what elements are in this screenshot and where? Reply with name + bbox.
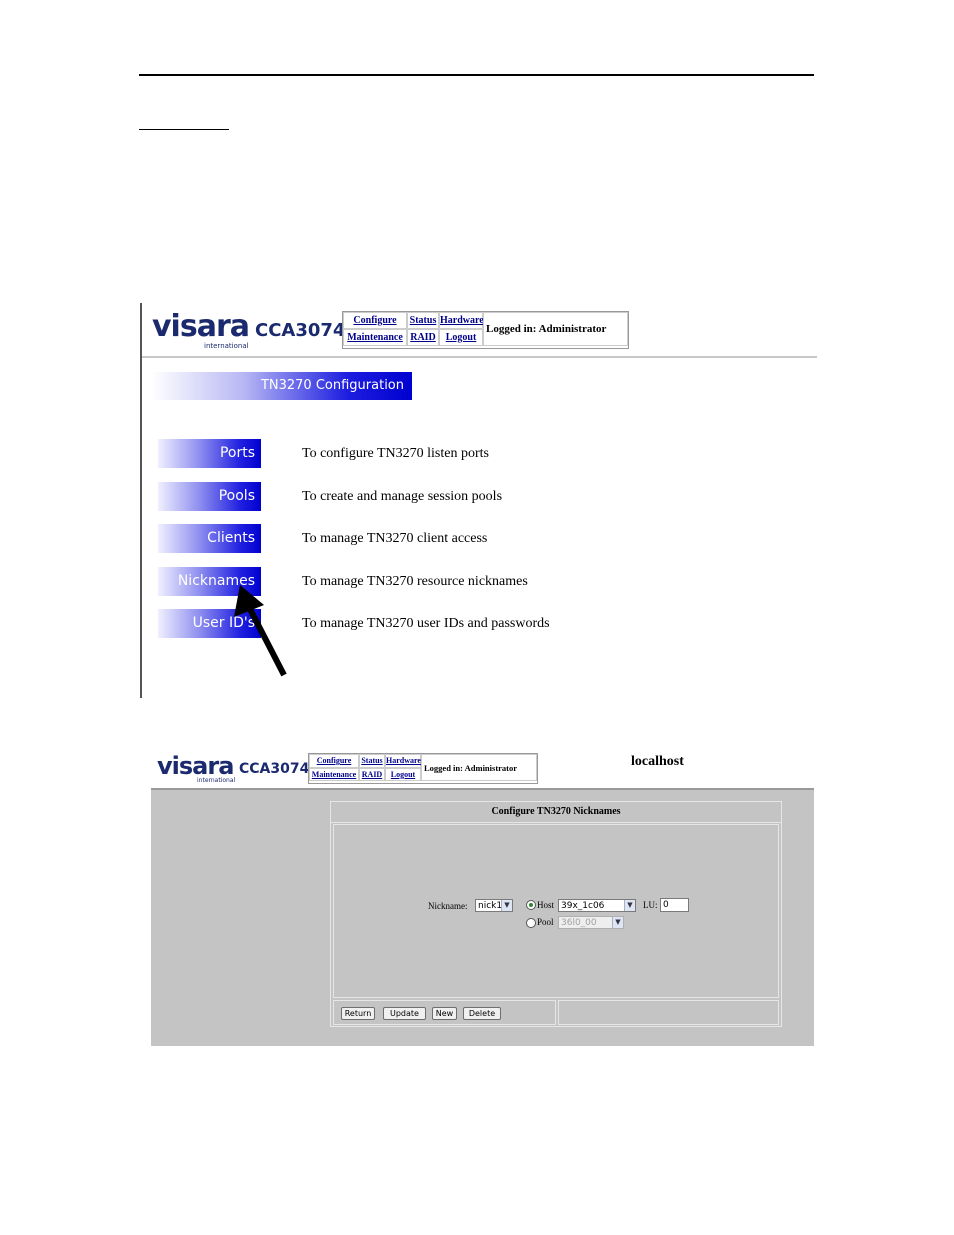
nav-logout-link[interactable]: Logout — [385, 768, 421, 781]
pool-radio[interactable] — [526, 918, 536, 928]
logo-word: visara — [152, 309, 250, 344]
nav-hardware-link[interactable]: Hardware — [439, 312, 484, 329]
clients-button-label: Clients — [207, 530, 255, 546]
nickname-label: Nickname: — [428, 901, 468, 911]
return-button[interactable]: Return — [341, 1007, 375, 1020]
lu-input-value: 0 — [663, 900, 669, 910]
nav-status-link[interactable]: Status — [359, 754, 385, 768]
host-label: Host — [537, 900, 555, 910]
section-title: TN3270 Configuration — [260, 378, 404, 393]
clients-description: To manage TN3270 client access — [302, 531, 488, 546]
panel-footer-empty — [558, 1000, 779, 1025]
nav-maintenance-link[interactable]: Maintenance — [343, 329, 407, 346]
nicknames-panel: Configure TN3270 Nicknames Nickname: nic… — [330, 801, 782, 1027]
top-nav: Configure Status Hardware Logged in: Adm… — [342, 311, 629, 349]
hostname: localhost — [631, 754, 684, 769]
host-select[interactable]: 39x_1c06 ▼ — [558, 899, 636, 912]
user-ids-description: To manage TN3270 user IDs and passwords — [302, 616, 550, 631]
clients-button[interactable]: Clients — [158, 524, 261, 553]
logo-subtitle: international — [204, 342, 249, 350]
pool-select-value: 36l0_00 — [561, 918, 597, 928]
delete-button[interactable]: Delete — [463, 1007, 501, 1020]
update-button[interactable]: Update — [383, 1007, 426, 1020]
lu-input[interactable]: 0 — [660, 898, 689, 912]
lu-label: LU: — [643, 900, 658, 910]
nav-configure-link[interactable]: Configure — [309, 754, 359, 768]
pools-button[interactable]: Pools — [158, 482, 261, 511]
screenshot-tn3270-configuration: visara international CCA3074 Configure S… — [140, 303, 817, 698]
header: visara international CCA3074 Configure S… — [151, 748, 814, 788]
header-separator — [142, 356, 817, 358]
model-name: CCA3074 — [239, 761, 310, 777]
logo-word: visara — [157, 752, 234, 780]
logged-in-status: Logged in: Administrator — [421, 754, 537, 781]
visara-logo: visara international CCA3074 — [152, 309, 346, 353]
chevron-down-icon: ▼ — [501, 900, 512, 911]
new-button[interactable]: New — [432, 1007, 457, 1020]
content-area: Configure TN3270 Nicknames Nickname: nic… — [151, 788, 814, 1046]
nav-raid-link[interactable]: RAID — [407, 329, 439, 346]
panel-footer-buttons: Return Update New Delete — [333, 1000, 556, 1025]
pointer-arrow-icon — [234, 585, 287, 677]
logo-subtitle: international — [197, 777, 236, 784]
nickname-select[interactable]: nick1 ▼ — [475, 899, 513, 912]
host-select-value: 39x_1c06 — [561, 901, 605, 911]
visara-logo: visara international CCA3074 — [157, 752, 310, 786]
chevron-down-icon: ▼ — [612, 917, 623, 928]
nav-raid-link[interactable]: RAID — [359, 768, 385, 781]
nav-configure-link[interactable]: Configure — [343, 312, 407, 329]
panel-form-area: Nickname: nick1 ▼ Host 39x_1c06 ▼ LU: 0 … — [333, 824, 779, 998]
ports-description: To configure TN3270 listen ports — [302, 446, 489, 461]
top-nav: Configure Status Hardware Logged in: Adm… — [308, 753, 538, 784]
pools-button-label: Pools — [218, 488, 255, 504]
ports-button-label: Ports — [219, 445, 255, 461]
pool-label: Pool — [537, 917, 554, 927]
logged-in-status: Logged in: Administrator — [483, 312, 628, 346]
pool-select[interactable]: 36l0_00 ▼ — [558, 916, 624, 929]
nicknames-description: To manage TN3270 resource nicknames — [302, 574, 528, 589]
heading-underline — [139, 129, 229, 130]
nav-maintenance-link[interactable]: Maintenance — [309, 768, 359, 781]
nav-status-link[interactable]: Status — [407, 312, 439, 329]
pools-description: To create and manage session pools — [302, 489, 503, 504]
screenshot-configure-nicknames: visara international CCA3074 Configure S… — [151, 748, 814, 1046]
nickname-select-value: nick1 — [478, 901, 503, 911]
host-radio[interactable] — [526, 900, 536, 910]
section-banner: TN3270 Configuration — [152, 372, 412, 400]
model-name: CCA3074 — [255, 320, 346, 341]
page-top-rule — [139, 74, 814, 76]
nav-logout-link[interactable]: Logout — [439, 329, 483, 346]
ports-button[interactable]: Ports — [158, 439, 261, 468]
panel-title: Configure TN3270 Nicknames — [331, 802, 781, 823]
chevron-down-icon: ▼ — [624, 900, 635, 911]
nav-hardware-link[interactable]: Hardware — [385, 754, 421, 768]
